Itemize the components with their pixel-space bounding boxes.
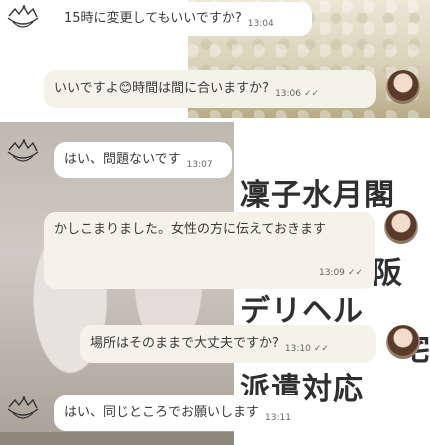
message-bubble[interactable]: 場所はそのままで大丈夫ですか? 13:10 ✓✓ — [80, 325, 376, 363]
photo-strip — [0, 432, 234, 445]
message-time: 13:11 — [265, 413, 291, 423]
crown-logo-icon[interactable] — [4, 2, 42, 36]
girl-avatar-icon[interactable] — [386, 70, 420, 104]
message-time: 13:06 — [275, 89, 301, 99]
message-time: 13:10 — [284, 344, 311, 354]
message-bubble[interactable]: いいですよ😊時間は間に合いますか? 13:06 ✓✓ — [44, 70, 376, 108]
message-text: かしこまりました。女性の方に伝えておきます — [54, 222, 326, 237]
read-check-icon: ✓✓ — [313, 344, 329, 354]
headline-line-3: デリヘル — [240, 294, 364, 329]
message-bubble[interactable]: はい、同じところでお願いします 13:11 — [54, 395, 308, 431]
headline-line-2: 阪 — [372, 256, 403, 291]
message-bubble[interactable]: はい、問題ないです 13:07 — [54, 142, 232, 178]
message-text: いいですよ😊時間は間に合いますか? — [54, 81, 270, 96]
message-text: 場所はそのままで大丈夫ですか? — [90, 336, 279, 351]
read-check-icon: ✓✓ — [304, 89, 320, 99]
girl-avatar-icon[interactable] — [384, 210, 418, 244]
message-time: 13:04 — [247, 19, 274, 29]
crown-logo-icon[interactable] — [4, 136, 42, 170]
message-text: 15時に変更してもいいですか? — [64, 11, 242, 26]
headline-line-1: 凜子水月閣 — [240, 178, 395, 213]
crown-logo-icon — [7, 5, 39, 28]
message-time: 13:07 — [186, 160, 213, 170]
message-bubble[interactable]: 15時に変更してもいいですか? 13:04 — [54, 2, 312, 36]
message-text: はい、同じところでお願いします — [64, 405, 260, 420]
crown-logo-icon[interactable] — [4, 393, 42, 427]
read-check-icon: ✓✓ — [347, 268, 363, 278]
girl-avatar-icon[interactable] — [386, 325, 420, 359]
message-text: はい、問題ないです — [64, 152, 181, 167]
message-bubble[interactable]: かしこまりました。女性の方に伝えておきます 13:09 ✓✓ — [44, 212, 375, 289]
message-time: 13:09 — [318, 268, 345, 278]
crown-logo-icon — [7, 396, 39, 419]
crown-logo-icon — [7, 139, 39, 162]
